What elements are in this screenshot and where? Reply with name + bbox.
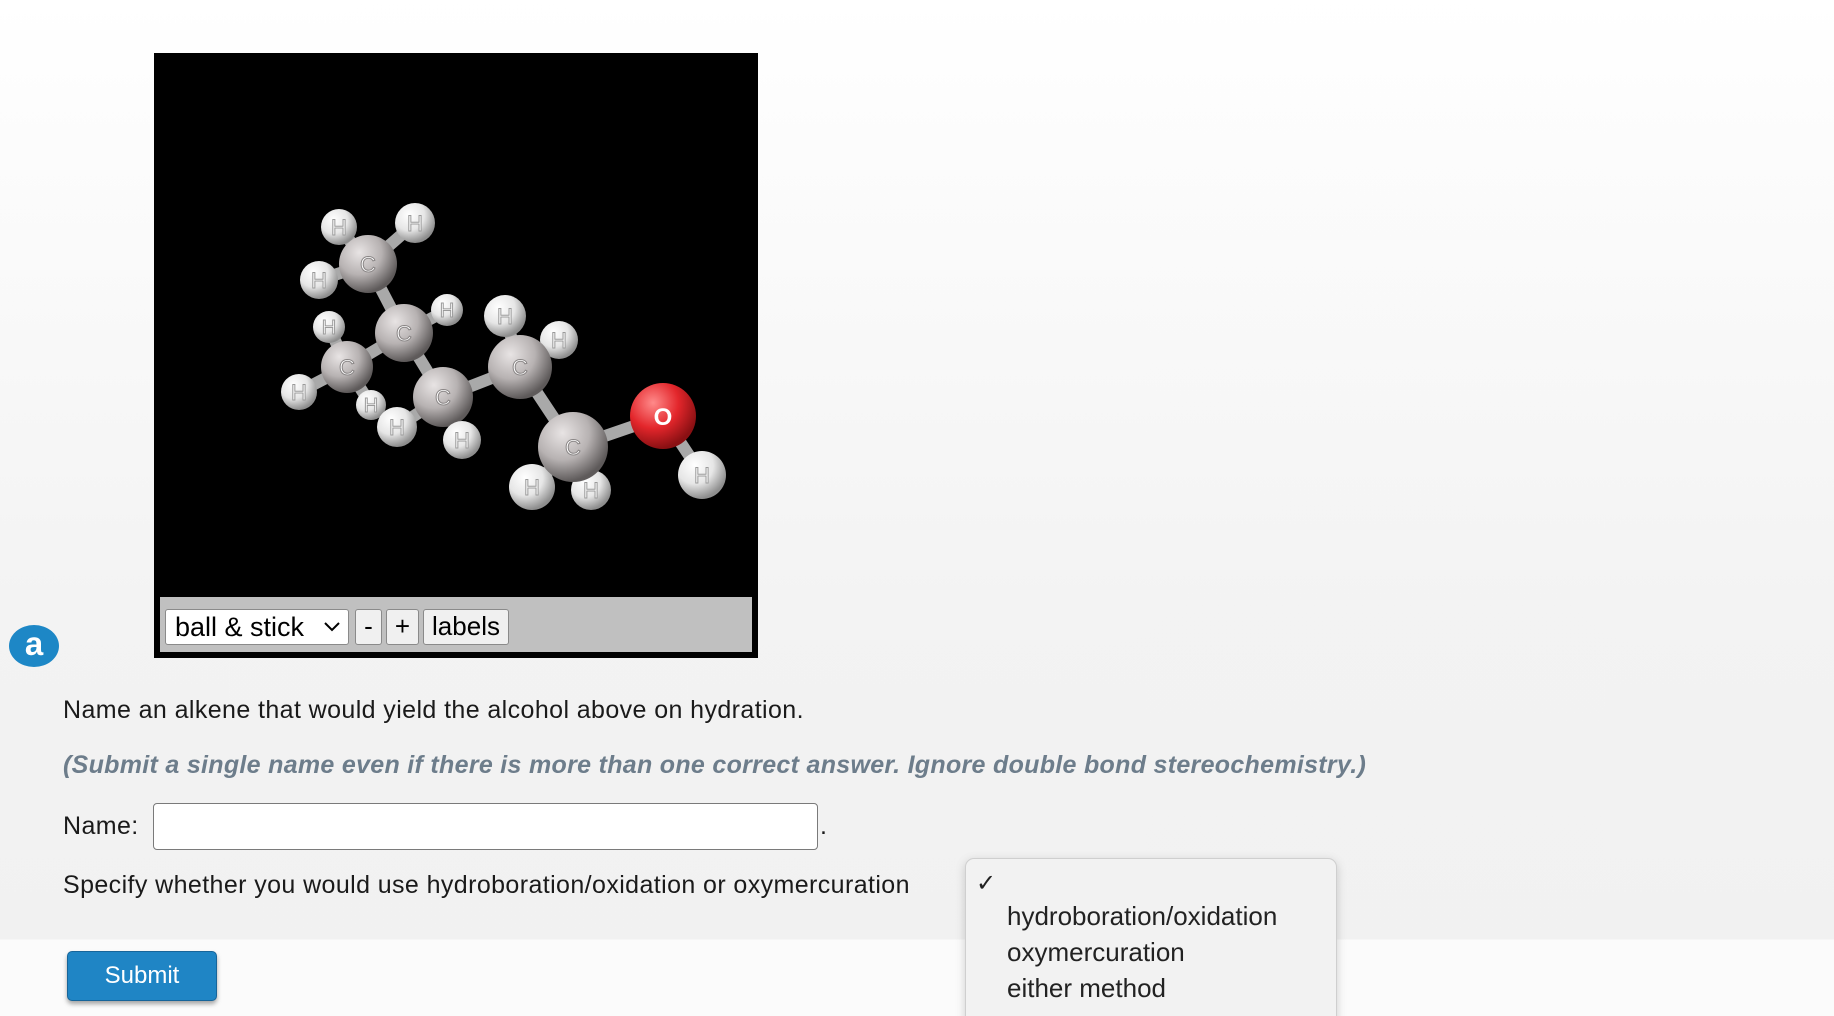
molecule-viewer[interactable]: H H H H H H H C C H C H H C H C H H C H … xyxy=(154,53,758,658)
svg-text:C: C xyxy=(435,385,451,410)
chevron-down-icon xyxy=(322,610,342,654)
question-hint: (Submit a single name even if there is m… xyxy=(63,751,1367,779)
atom-h: H xyxy=(678,451,726,499)
atom-c: C xyxy=(375,304,433,362)
option-either-method[interactable]: either method xyxy=(1007,973,1166,1004)
svg-text:H: H xyxy=(524,475,540,500)
atom-h: H xyxy=(484,295,526,337)
question-prompt: Name an alkene that would yield the alco… xyxy=(63,696,804,724)
submit-button[interactable]: Submit xyxy=(67,951,217,1001)
part-badge: a xyxy=(9,625,59,667)
atom-h: H xyxy=(395,203,435,243)
svg-text:H: H xyxy=(497,304,513,329)
atom-h: H xyxy=(300,261,338,299)
render-style-value: ball & stick xyxy=(175,612,305,642)
atom-c: C xyxy=(413,367,473,427)
svg-text:H: H xyxy=(454,428,470,453)
svg-text:H: H xyxy=(694,463,710,488)
viewer-toolbar: ball & stick - + labels xyxy=(160,597,752,652)
svg-text:H: H xyxy=(389,415,405,440)
svg-text:H: H xyxy=(291,380,307,405)
svg-text:C: C xyxy=(339,355,355,380)
sentence-period: . xyxy=(820,812,827,840)
atom-h: H xyxy=(431,294,463,326)
method-dropdown-menu[interactable]: ✓ hydroboration/oxidation oxymercuration… xyxy=(965,858,1337,1016)
svg-text:H: H xyxy=(583,478,599,503)
svg-text:H: H xyxy=(407,211,423,236)
svg-text:H: H xyxy=(440,300,454,322)
svg-text:O: O xyxy=(654,404,673,431)
molecule-model[interactable]: H H H H H H H C C H C H H C H C H H C H … xyxy=(154,53,758,597)
name-input[interactable] xyxy=(153,803,818,850)
render-style-select[interactable]: ball & stick xyxy=(165,609,349,645)
svg-text:C: C xyxy=(396,321,412,346)
name-label: Name: xyxy=(63,812,139,840)
zoom-out-button[interactable]: - xyxy=(355,609,382,645)
svg-text:H: H xyxy=(311,268,327,293)
option-oxymercuration[interactable]: oxymercuration xyxy=(1007,937,1185,968)
labels-button[interactable]: labels xyxy=(423,609,509,645)
option-hydroboration[interactable]: hydroboration/oxidation xyxy=(1007,901,1277,932)
atom-c: C xyxy=(321,341,373,393)
svg-text:H: H xyxy=(364,395,378,417)
lower-panel xyxy=(0,940,1834,1016)
checkmark-icon: ✓ xyxy=(976,869,997,897)
atom-h: H xyxy=(377,407,417,447)
atom-h: H xyxy=(281,374,317,410)
svg-text:H: H xyxy=(551,328,567,353)
atom-h: H xyxy=(321,209,357,245)
atom-c: C xyxy=(488,335,552,399)
atom-h: H xyxy=(313,311,345,343)
atom-h: H xyxy=(443,421,481,459)
atom-o: O xyxy=(630,383,696,449)
svg-text:H: H xyxy=(322,317,336,339)
zoom-in-button[interactable]: + xyxy=(386,609,419,645)
svg-text:H: H xyxy=(331,215,347,240)
svg-text:C: C xyxy=(565,435,581,460)
atom-c: C xyxy=(538,412,608,482)
atom-c: C xyxy=(339,235,397,293)
svg-text:C: C xyxy=(512,355,528,380)
svg-text:C: C xyxy=(360,252,376,277)
method-prompt: Specify whether you would use hydroborat… xyxy=(63,871,910,899)
